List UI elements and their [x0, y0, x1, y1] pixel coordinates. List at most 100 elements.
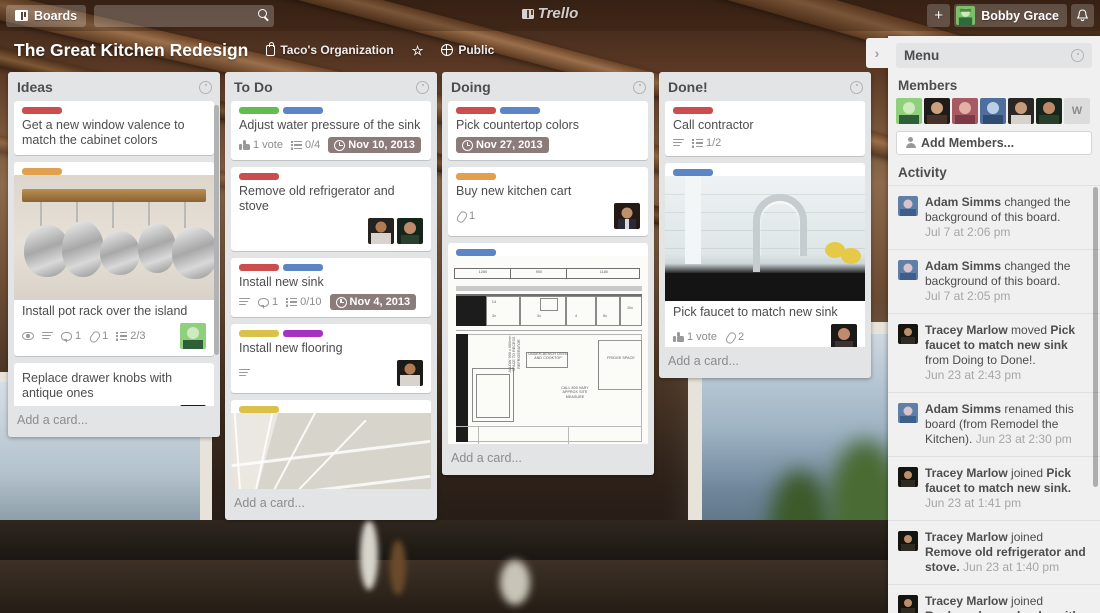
card-label-green[interactable]: [239, 107, 279, 114]
activity-actor: Adam Simms: [925, 401, 1002, 416]
card-label-orange[interactable]: [22, 168, 62, 175]
avatar-adam-simms[interactable]: [180, 323, 206, 349]
board-star-button[interactable]: ☆: [412, 44, 424, 57]
activity-item[interactable]: Tracey Marlow joined Remove old refriger…: [888, 519, 1100, 584]
boards-button[interactable]: Boards: [6, 4, 87, 27]
search-input[interactable]: [94, 4, 282, 27]
card[interactable]: Pick faucet to match new sink 1 vote 2: [665, 163, 865, 347]
avatar-member-6[interactable]: [1036, 97, 1062, 124]
avatar-tracey-marlow[interactable]: [397, 218, 423, 244]
notifications-bell-icon[interactable]: [1071, 4, 1094, 27]
card-label-red[interactable]: [239, 264, 279, 271]
avatar-member-4[interactable]: [980, 97, 1006, 124]
list-title[interactable]: Doing: [451, 79, 491, 95]
badge-attachments-count: 1: [102, 330, 109, 342]
checklist-icon: [286, 297, 298, 307]
list-cards: Pick countertop colors Nov 27, 2013 Buy …: [442, 101, 654, 444]
avatar-member-3[interactable]: [952, 97, 978, 124]
activity-item[interactable]: Adam Simms renamed this board (from Remo…: [888, 391, 1100, 456]
badge-comments: 1: [258, 296, 278, 309]
card-label-blue[interactable]: [500, 107, 540, 114]
card-badges: 4: [14, 403, 214, 406]
add-card-button[interactable]: Add a card...: [225, 489, 437, 520]
card[interactable]: Install new sink 1 0/10 Nov 4, 2013: [231, 258, 431, 317]
avatar-member-2[interactable]: [924, 97, 950, 124]
card-label-red[interactable]: [239, 173, 279, 180]
list-menu-icon[interactable]: [850, 80, 863, 94]
badge-attachments: 2: [725, 331, 744, 343]
activity-feed[interactable]: Adam Simms changed the background of thi…: [888, 184, 1100, 613]
activity-action: joined: [1007, 465, 1047, 480]
avatar-bobby-grace[interactable]: [614, 203, 640, 229]
card[interactable]: Install new flooring: [231, 324, 431, 393]
list-menu-icon[interactable]: [416, 80, 429, 94]
card[interactable]: Install pot rack over the island 1 1 2/3: [14, 162, 214, 356]
card-label-yellow[interactable]: [239, 330, 279, 337]
card-label-red[interactable]: [673, 107, 713, 114]
avatar-tracey-marlow[interactable]: [831, 324, 857, 347]
card-label-blue[interactable]: [673, 169, 713, 176]
card-label-orange[interactable]: [456, 173, 496, 180]
list-title[interactable]: Done!: [668, 79, 708, 95]
activity-actor: Tracey Marlow: [925, 322, 1008, 337]
card[interactable]: Replace drawer knobs with antique ones 4: [14, 363, 214, 406]
avatar-mario-b[interactable]: [397, 360, 423, 386]
activity-item[interactable]: Tracey Marlow joined Pick faucet to matc…: [888, 455, 1100, 520]
card-label-blue[interactable]: [283, 264, 323, 271]
board-visibility-label: Public: [458, 43, 495, 57]
list-title[interactable]: Ideas: [17, 79, 53, 95]
activity-timestamp: Jun 23 at 1:41 pm: [925, 495, 1022, 510]
add-card-button[interactable]: Add a card...: [8, 406, 220, 437]
avatar-member-1[interactable]: [896, 97, 922, 124]
card[interactable]: Get a new window valence to match the ca…: [14, 101, 214, 155]
list-title[interactable]: To Do: [234, 79, 273, 95]
activity-item[interactable]: Tracey Marlow joined Replace drawer knob…: [888, 583, 1100, 613]
search-box[interactable]: [94, 4, 282, 27]
add-button[interactable]: +: [927, 4, 951, 27]
member-avatars: W: [888, 97, 1100, 124]
activity-item[interactable]: Adam Simms changed the background of thi…: [888, 248, 1100, 313]
activity-actor: Tracey Marlow: [925, 465, 1008, 480]
list-header: To Do: [225, 72, 437, 101]
badge-due-date[interactable]: Nov 27, 2013: [456, 137, 549, 153]
card[interactable]: Pick countertop colors Nov 27, 2013: [448, 101, 648, 160]
badge-attachments: 1: [456, 210, 475, 222]
board-visibility[interactable]: Public: [440, 43, 495, 57]
card[interactable]: 1280 900 1180 14 3x 3x 4 5x 10x UNDER-BE…: [448, 243, 648, 444]
card-label-purple[interactable]: [283, 330, 323, 337]
card-label-yellow[interactable]: [239, 406, 279, 413]
avatar-tracey-marlow[interactable]: [180, 405, 206, 406]
badge-checklist: 2/3: [116, 330, 146, 342]
sidebar-menu-header[interactable]: Menu: [896, 43, 1092, 68]
avatar-member-initials[interactable]: W: [1064, 97, 1090, 124]
board-title[interactable]: The Great Kitchen Redesign: [14, 40, 248, 61]
badge-due-date[interactable]: Nov 10, 2013: [328, 137, 421, 153]
card-members: [397, 360, 423, 386]
activity-item[interactable]: Adam Simms changed the background of thi…: [888, 184, 1100, 249]
card[interactable]: Call contractor 1/2: [665, 101, 865, 156]
card-label-blue[interactable]: [283, 107, 323, 114]
list-menu-icon[interactable]: [199, 80, 212, 94]
user-menu-button[interactable]: Bobby Grace: [954, 4, 1067, 27]
avatar-mario-b[interactable]: [368, 218, 394, 244]
add-card-button[interactable]: Add a card...: [442, 444, 654, 475]
list-scrollbar[interactable]: [214, 105, 219, 355]
activity-item[interactable]: Tracey Marlow moved Pick faucet to match…: [888, 312, 1100, 392]
card[interactable]: Buy new kitchen cart 1: [448, 167, 648, 236]
card[interactable]: Adjust water pressure of the sink 1 vote…: [231, 101, 431, 160]
add-card-button[interactable]: Add a card...: [659, 347, 871, 378]
card[interactable]: Remove old refrigerator and stove: [231, 167, 431, 251]
card-label-red[interactable]: [22, 107, 62, 114]
avatar-member-5[interactable]: [1008, 97, 1034, 124]
card-label-red[interactable]: [456, 107, 496, 114]
card-label-blue[interactable]: [456, 249, 496, 256]
list-menu-icon[interactable]: [633, 80, 646, 94]
badge-due-date[interactable]: Nov 4, 2013: [329, 294, 417, 310]
add-members-button[interactable]: Add Members...: [896, 130, 1092, 155]
board-organization[interactable]: Taco's Organization: [266, 41, 394, 57]
sidebar-menu-icon[interactable]: [1071, 48, 1084, 62]
avatar-tracey-marlow: [898, 530, 918, 551]
sidebar-scrollbar[interactable]: [1093, 186, 1098, 487]
sidebar-collapse-button[interactable]: ›: [866, 38, 888, 68]
card[interactable]: Buy paint for cabinets 1: [231, 400, 431, 489]
